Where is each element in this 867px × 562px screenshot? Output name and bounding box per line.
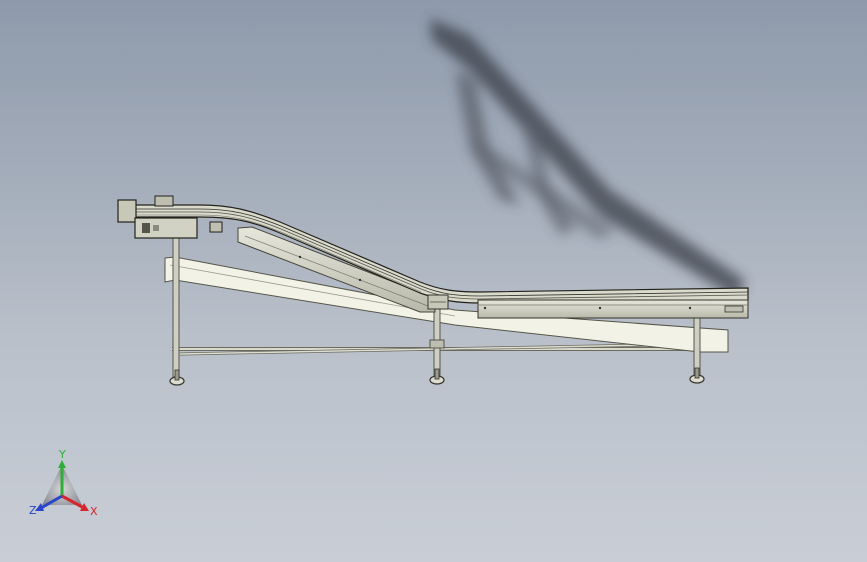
triad-z-label: Z (29, 504, 37, 517)
triad-x-label: X (90, 505, 98, 518)
triad-y-label: Y (59, 448, 66, 461)
axis-triad-icon (35, 460, 89, 511)
cad-viewport[interactable]: Y X Z (0, 0, 867, 562)
